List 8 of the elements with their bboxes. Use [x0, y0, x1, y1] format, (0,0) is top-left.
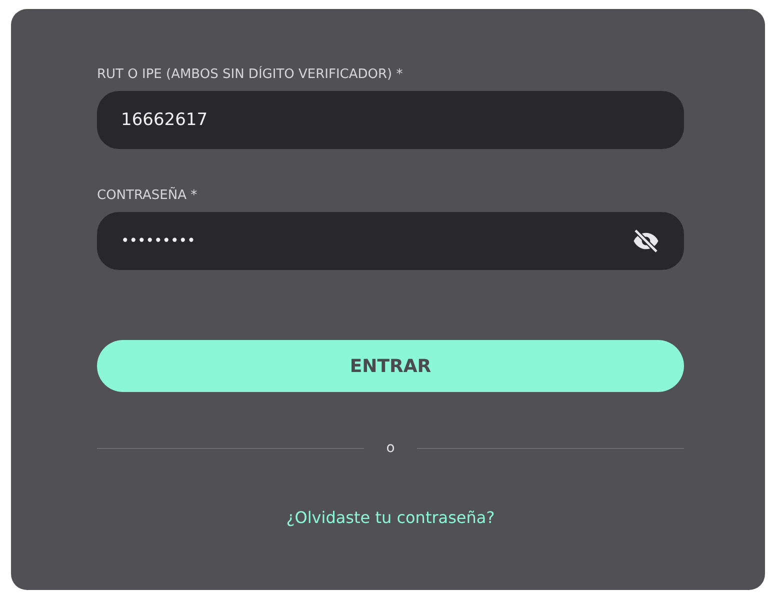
- field-label: RUT O IPE (AMBOS SIN DÍGITO VERIFICADOR) *: [97, 67, 404, 83]
- input-field[interactable]: 16662617: [97, 91, 684, 149]
- forgot-password-link[interactable]: ¿Olvidaste tu contraseña?: [286, 508, 495, 527]
- password-field[interactable]: •••••••••: [97, 212, 684, 270]
- submit-button[interactable]: ENTRAR: [97, 340, 684, 392]
- field-label: CONTRASEÑA *: [97, 188, 198, 204]
- eye-slash-icon[interactable]: [632, 227, 660, 255]
- divider-text: o: [386, 440, 395, 456]
